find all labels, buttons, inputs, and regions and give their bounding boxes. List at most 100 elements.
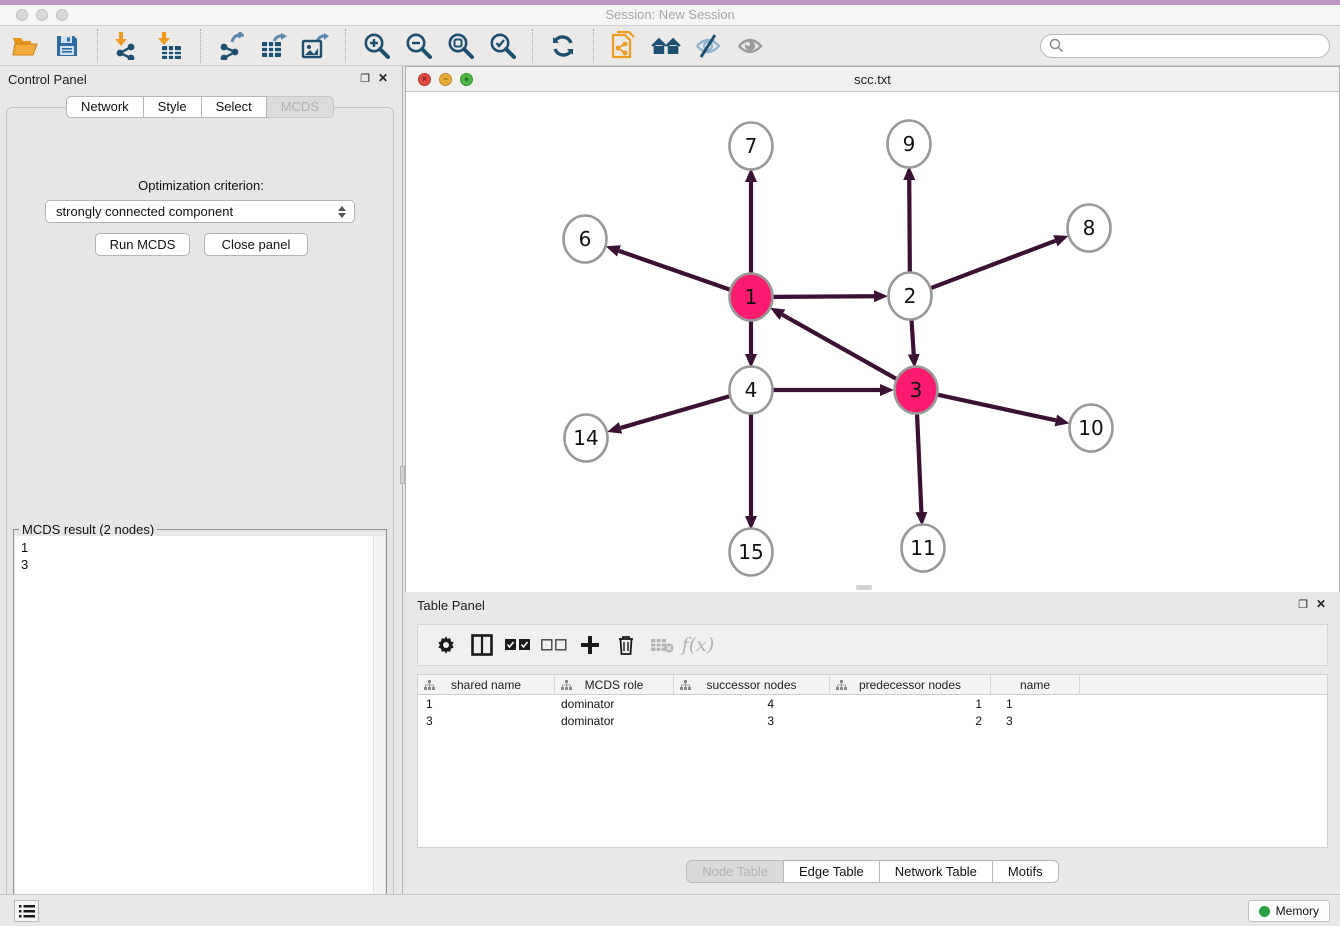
node-table[interactable]: shared name MCDS role successor nodes pr… [417, 674, 1328, 848]
export-table-icon[interactable] [258, 31, 288, 61]
cell-successor-nodes[interactable]: 3 [674, 712, 830, 729]
graph-node-2[interactable]: 2 [889, 273, 932, 320]
select-all-columns-icon[interactable] [503, 630, 533, 660]
mcds-result-textarea[interactable]: 1 3 [15, 536, 385, 915]
export-image-icon[interactable] [300, 31, 330, 61]
network-canvas[interactable]: 1 2 3 4 6 7 8 9 10 11 14 15 [406, 92, 1339, 592]
tab-network[interactable]: Network [66, 96, 144, 118]
delete-table-icon [647, 630, 677, 660]
float-panel-icon[interactable]: ❐ [1298, 598, 1308, 611]
titlebar: Session: New Session [0, 0, 1340, 26]
graph-node-8[interactable]: 8 [1068, 205, 1111, 252]
cell-predecessor-nodes[interactable]: 1 [830, 695, 991, 712]
column-label: name [1020, 678, 1050, 692]
close-panel-button[interactable]: Close panel [204, 233, 308, 256]
graph-node-15[interactable]: 15 [730, 529, 773, 576]
graph-node-1[interactable]: 1 [730, 274, 773, 321]
import-table-icon[interactable] [155, 31, 185, 61]
cell-mcds-role[interactable]: dominator [555, 712, 674, 729]
zoom-out-icon[interactable] [403, 31, 433, 61]
tab-node-table[interactable]: Node Table [686, 860, 784, 883]
close-panel-icon[interactable]: ✕ [1316, 597, 1326, 611]
titlebar-accent-strip [0, 0, 1340, 5]
column-header-successor-nodes[interactable]: successor nodes [674, 675, 830, 695]
column-header-shared-name[interactable]: shared name [418, 675, 555, 695]
column-hierarchy-icon [424, 680, 435, 690]
tab-edge-table[interactable]: Edge Table [784, 860, 880, 883]
graph-node-3[interactable]: 3 [895, 367, 938, 414]
cell-successor-nodes[interactable]: 4 [674, 695, 830, 712]
column-label: MCDS role [585, 678, 644, 692]
tab-network-table[interactable]: Network Table [880, 860, 993, 883]
cell-mcds-role[interactable]: dominator [555, 695, 674, 712]
close-panel-icon[interactable]: ✕ [378, 71, 388, 85]
column-header-predecessor-nodes[interactable]: predecessor nodes [830, 675, 991, 695]
graph-edge-2-3[interactable] [911, 318, 913, 354]
tab-select[interactable]: Select [202, 96, 267, 118]
cell-name[interactable]: 1 [991, 695, 1080, 712]
graph-node-11[interactable]: 11 [902, 525, 945, 572]
zoom-fit-icon[interactable] [445, 31, 475, 61]
task-history-button[interactable] [14, 900, 39, 922]
graph-node-10[interactable]: 10 [1070, 405, 1113, 452]
graph-node-6[interactable]: 6 [564, 216, 607, 263]
optimization-criterion-dropdown[interactable]: strongly connected component [45, 200, 355, 223]
graph-edge-3-1[interactable] [782, 315, 896, 380]
network-window-titlebar[interactable]: × − + scc.txt [406, 67, 1339, 92]
zoom-in-icon[interactable] [361, 31, 391, 61]
cell-predecessor-nodes[interactable]: 2 [830, 712, 991, 729]
cell-shared-name[interactable]: 1 [418, 695, 555, 712]
import-network-icon[interactable] [113, 31, 143, 61]
search-input[interactable] [1064, 36, 1329, 56]
column-header-mcds-role[interactable]: MCDS role [555, 675, 674, 695]
memory-button[interactable]: Memory [1248, 900, 1330, 922]
float-panel-icon[interactable]: ❐ [360, 72, 370, 85]
network-scrollbar-handle[interactable] [856, 585, 872, 590]
table-panel-title: Table Panel [417, 598, 485, 613]
svg-text:15: 15 [738, 540, 763, 564]
column-label: predecessor nodes [859, 678, 961, 692]
graph-edge-1-2[interactable] [773, 296, 874, 297]
dropdown-stepper-icon [338, 206, 346, 218]
column-header-name[interactable]: name [991, 675, 1080, 695]
graph-edge-2-9[interactable] [909, 180, 910, 274]
add-column-icon[interactable] [575, 630, 605, 660]
tab-style[interactable]: Style [144, 96, 202, 118]
first-neighbors-icon[interactable] [651, 31, 681, 61]
save-session-icon[interactable] [52, 31, 82, 61]
show-column-icon[interactable] [467, 630, 497, 660]
hide-selected-icon[interactable] [693, 31, 723, 61]
graph-edge-3-10[interactable] [937, 395, 1055, 421]
graph-edge-3-11[interactable] [917, 412, 921, 512]
graph-node-7[interactable]: 7 [730, 123, 773, 170]
graph-edge-2-8[interactable] [931, 241, 1056, 288]
table-panel-tabs: Node Table Edge Table Network Table Moti… [405, 860, 1340, 883]
graph-node-14[interactable]: 14 [565, 415, 608, 462]
cell-name[interactable]: 3 [991, 712, 1080, 729]
search-box[interactable] [1040, 34, 1330, 58]
unselect-all-columns-icon[interactable] [539, 630, 569, 660]
graph-edge-1-6[interactable] [619, 251, 730, 290]
graph-edge-4-14[interactable] [621, 396, 730, 428]
application-window: Session: New Session [0, 0, 1340, 926]
delete-column-icon[interactable] [611, 630, 641, 660]
export-network-icon[interactable] [216, 31, 246, 61]
table-toolbar: f(x) [417, 624, 1328, 666]
apply-layout-icon[interactable] [548, 31, 578, 61]
cell-shared-name[interactable]: 3 [418, 712, 555, 729]
run-mcds-button[interactable]: Run MCDS [95, 233, 190, 256]
open-session-icon[interactable] [10, 31, 40, 61]
svg-text:2: 2 [904, 284, 917, 308]
memory-label: Memory [1276, 904, 1319, 918]
graph-node-9[interactable]: 9 [888, 121, 931, 168]
table-options-icon[interactable] [431, 630, 461, 660]
mcds-result-scrollbar[interactable] [373, 536, 385, 915]
graph-node-4[interactable]: 4 [730, 367, 773, 414]
show-hidden-icon[interactable] [735, 31, 765, 61]
zoom-selected-icon[interactable] [487, 31, 517, 61]
table-row[interactable]: 1 dominator 4 1 1 [418, 695, 1327, 712]
tab-mcds[interactable]: MCDS [267, 96, 334, 118]
tab-motifs[interactable]: Motifs [993, 860, 1059, 883]
table-row[interactable]: 3 dominator 3 2 3 [418, 712, 1327, 729]
new-network-from-file-icon[interactable] [609, 31, 639, 61]
